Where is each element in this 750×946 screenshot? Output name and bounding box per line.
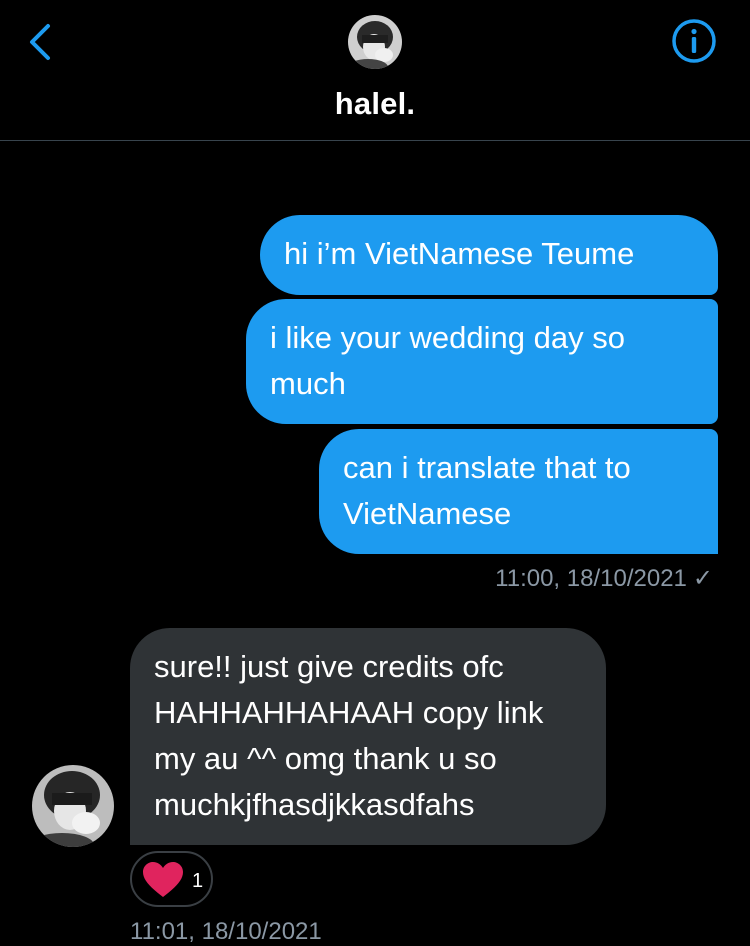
sender-avatar[interactable]: [32, 765, 114, 847]
check-icon: ✓: [692, 565, 713, 592]
chevron-left-icon: [30, 24, 50, 60]
sent-message-bubble[interactable]: i like your wedding day so much: [246, 299, 718, 424]
avatar-image: [32, 765, 114, 847]
reaction-count: 1: [192, 870, 204, 892]
avatar-image: [348, 15, 402, 69]
back-button[interactable]: [24, 22, 58, 62]
received-timestamp: 11:01, 18/10/2021: [130, 918, 322, 945]
message-text: can i translate that to VietNamese: [343, 450, 631, 531]
message-text: hi i’m VietNamese Teume: [284, 236, 635, 271]
message-text: sure!! just give credits ofc HAHHAHHAHAA…: [154, 649, 544, 822]
conversation-title: halel.: [334, 86, 416, 121]
reaction-badge[interactable]: 1: [130, 851, 213, 907]
sent-message-bubble[interactable]: hi i’m VietNamese Teume: [260, 215, 718, 295]
info-button[interactable]: [670, 17, 718, 65]
heart-icon: [143, 862, 183, 897]
info-icon: [672, 19, 716, 63]
sent-message-bubble[interactable]: can i translate that to VietNamese: [319, 429, 718, 554]
sent-timestamp: 11:00, 18/10/2021 ✓: [495, 564, 713, 593]
received-message-bubble[interactable]: sure!! just give credits ofc HAHHAHHAHAA…: [130, 628, 606, 845]
conversation-header: halel.: [0, 0, 750, 141]
header-avatar[interactable]: [348, 15, 402, 69]
message-text: i like your wedding day so much: [270, 320, 625, 401]
timestamp-text: 11:00, 18/10/2021: [495, 565, 687, 592]
